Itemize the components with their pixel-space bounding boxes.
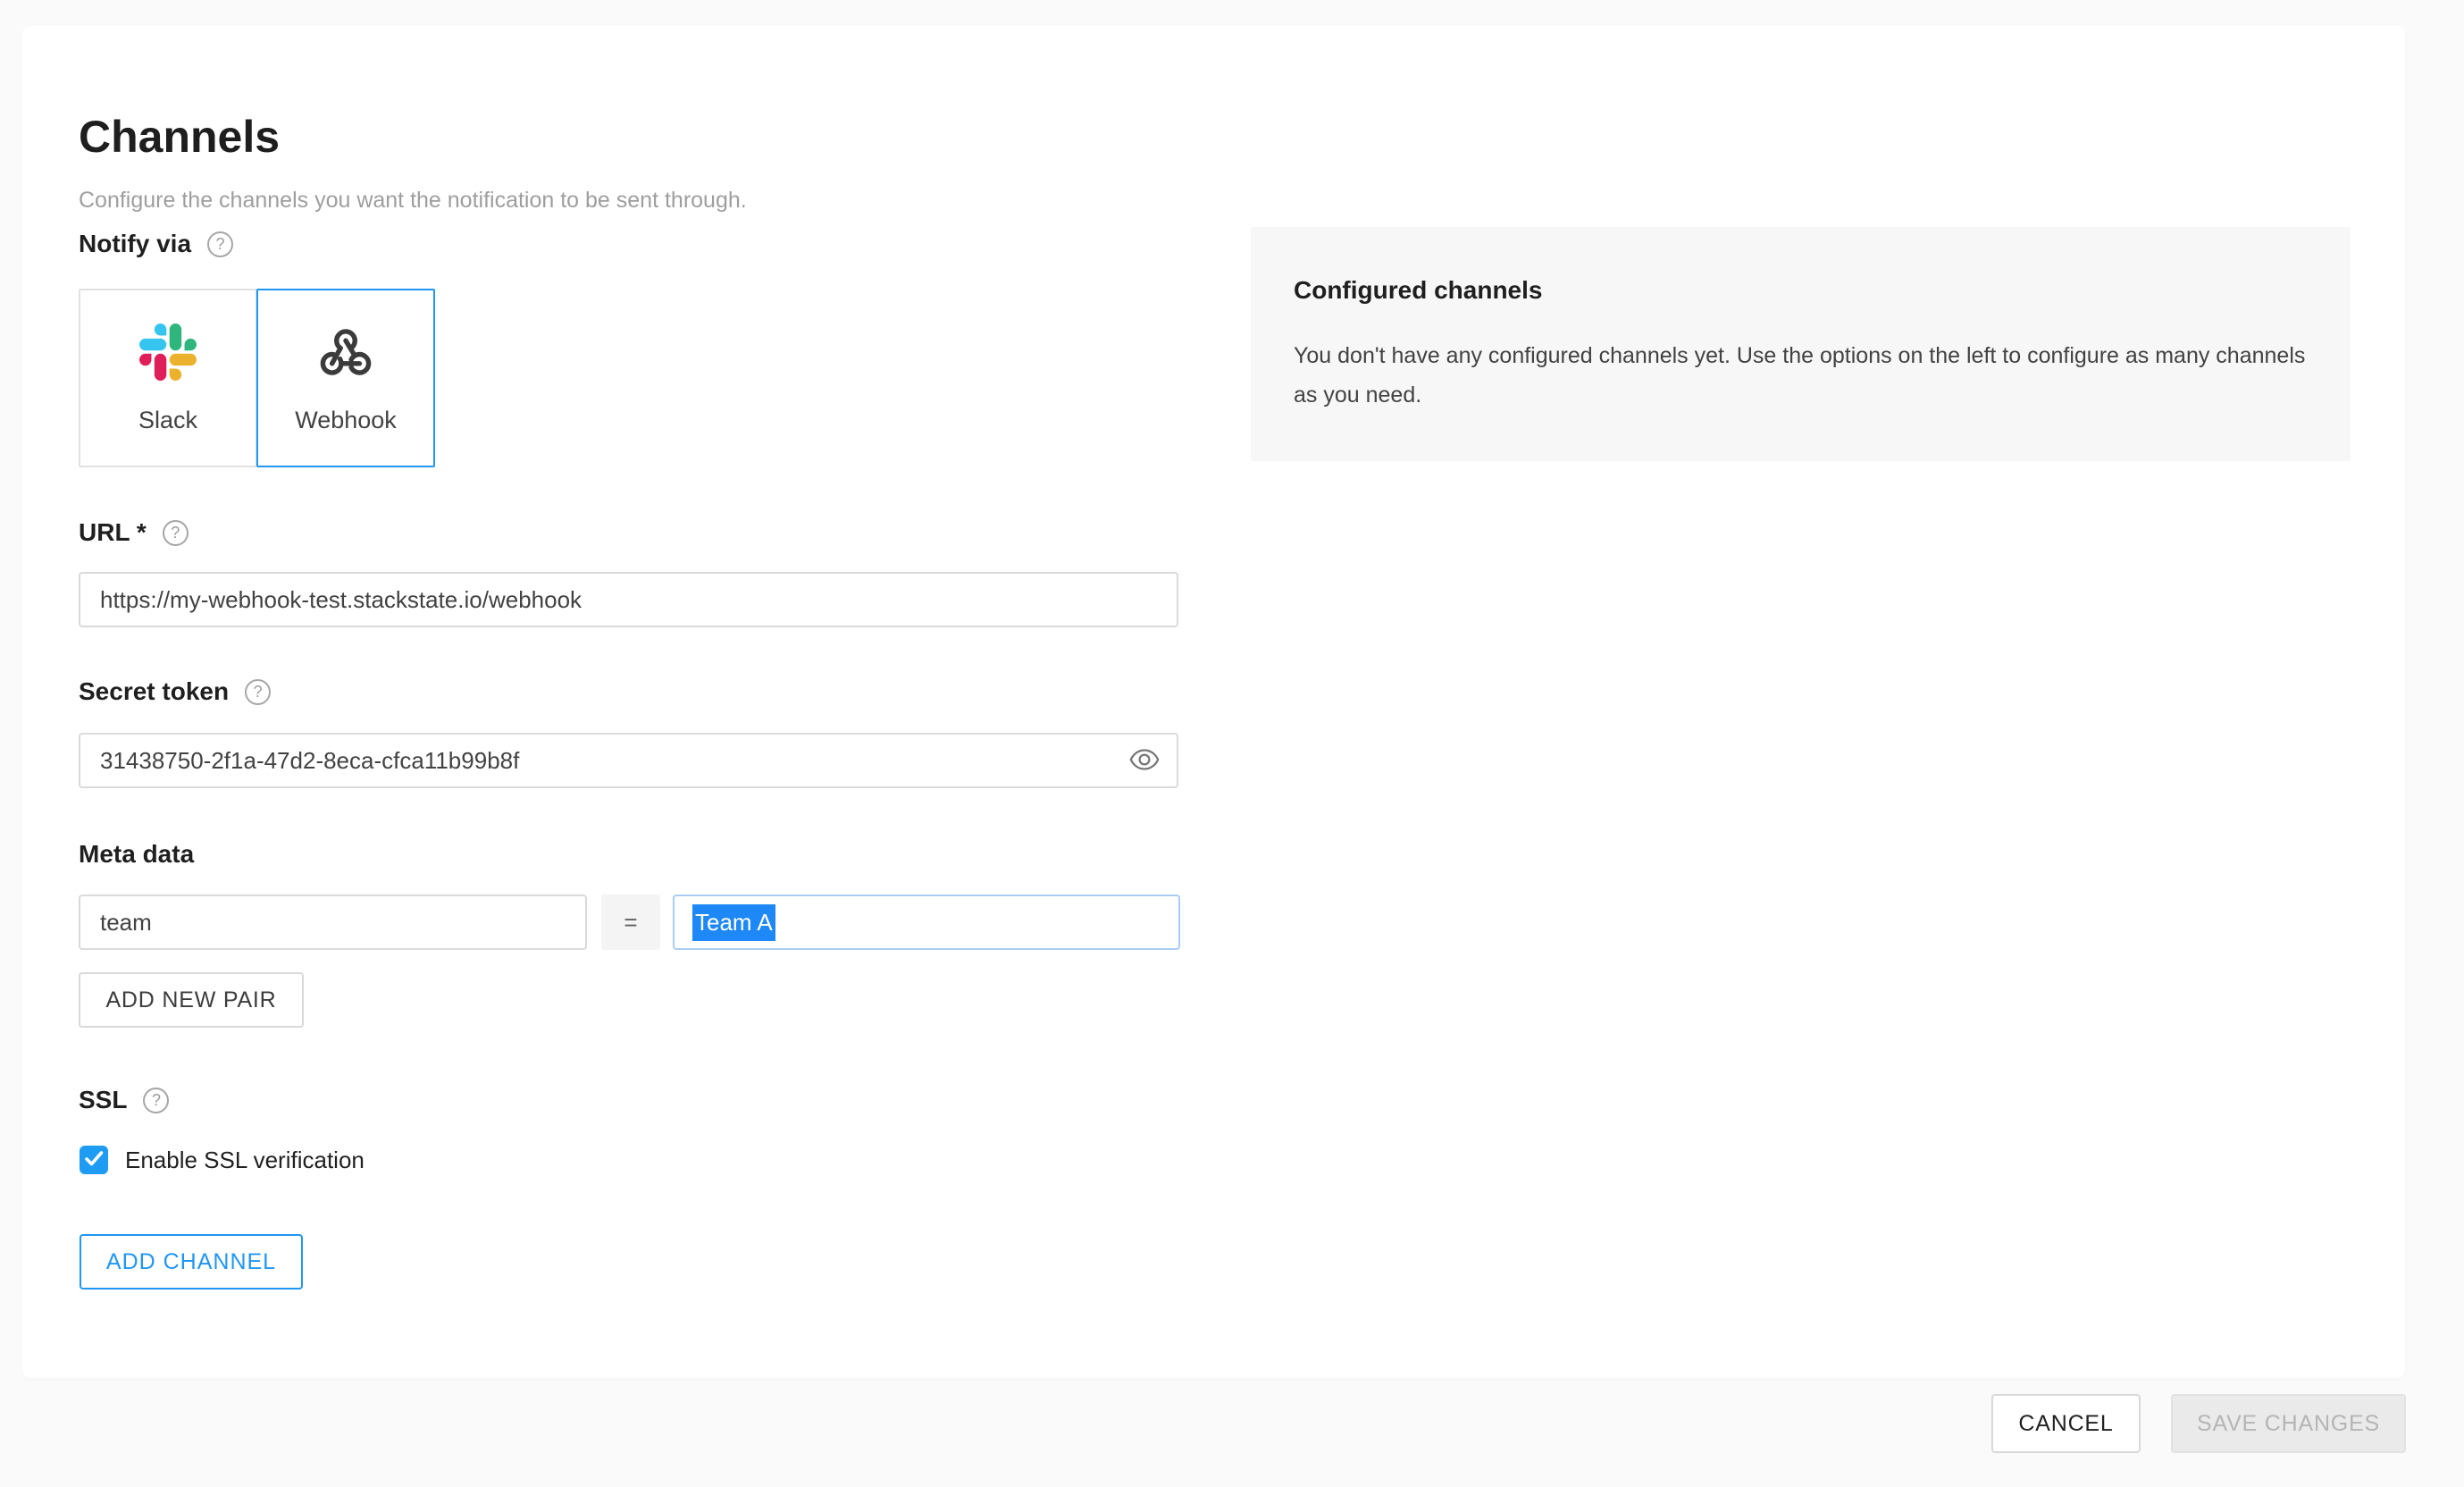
meta-key-input[interactable]	[79, 895, 587, 950]
secret-token-label: Secret token	[79, 677, 229, 706]
slack-icon	[139, 323, 197, 385]
webhook-option-label: Webhook	[295, 407, 397, 434]
toggle-secret-visibility-button[interactable]	[1128, 748, 1161, 773]
add-channel-button[interactable]: ADD CHANNEL	[80, 1234, 303, 1290]
help-icon[interactable]: ?	[163, 520, 189, 546]
meta-data-label: Meta data	[79, 840, 194, 869]
meta-data-pair-row: = Team A	[79, 895, 1180, 950]
notifications-channels-screen: { "header": { "title": "Channels", "subt…	[0, 0, 2464, 1487]
page-title: Channels	[79, 112, 280, 162]
configured-channels-panel: Configured channels You don't have any c…	[1251, 227, 2351, 461]
notify-via-label-row: Notify via ?	[79, 228, 233, 260]
channel-option-webhook[interactable]: Webhook	[256, 289, 435, 467]
slack-option-label: Slack	[138, 407, 197, 434]
webhook-icon	[317, 323, 374, 385]
page-subtitle: Configure the channels you want the noti…	[79, 185, 747, 215]
notify-via-options: Slack Webhook	[79, 289, 435, 467]
secret-token-input[interactable]	[79, 733, 1178, 788]
url-label-row: URL * ?	[79, 517, 189, 549]
meta-data-label-row: Meta data	[79, 838, 194, 870]
equals-sign: =	[601, 895, 660, 950]
secret-token-field	[79, 733, 1178, 788]
url-input[interactable]	[79, 572, 1178, 627]
url-label: URL *	[79, 518, 147, 547]
checkmark-icon	[80, 1144, 108, 1177]
notify-via-label: Notify via	[79, 230, 191, 258]
help-icon[interactable]: ?	[143, 1088, 169, 1113]
selected-text: Team A	[692, 904, 775, 941]
help-icon[interactable]: ?	[207, 231, 233, 257]
configured-channels-title: Configured channels	[1294, 275, 2308, 306]
ssl-verification-row: Enable SSL verification	[80, 1146, 365, 1174]
ssl-verification-checkbox[interactable]	[80, 1146, 108, 1174]
help-icon[interactable]: ?	[245, 679, 271, 705]
ssl-checkbox-label: Enable SSL verification	[125, 1147, 365, 1174]
ssl-label-row: SSL ?	[79, 1084, 169, 1116]
secret-token-label-row: Secret token ?	[79, 676, 271, 708]
cancel-button[interactable]: CANCEL	[1991, 1394, 2141, 1453]
add-new-pair-button[interactable]: ADD NEW PAIR	[79, 972, 304, 1028]
configured-channels-body: You don't have any configured channels y…	[1294, 336, 2308, 415]
meta-value-input[interactable]: Team A	[673, 895, 1180, 950]
ssl-label: SSL	[79, 1086, 127, 1114]
save-changes-button[interactable]: SAVE CHANGES	[2171, 1394, 2406, 1453]
channel-option-slack[interactable]: Slack	[79, 289, 257, 467]
eye-icon	[1129, 748, 1160, 774]
channels-card: Channels Configure the channels you want…	[22, 26, 2405, 1378]
